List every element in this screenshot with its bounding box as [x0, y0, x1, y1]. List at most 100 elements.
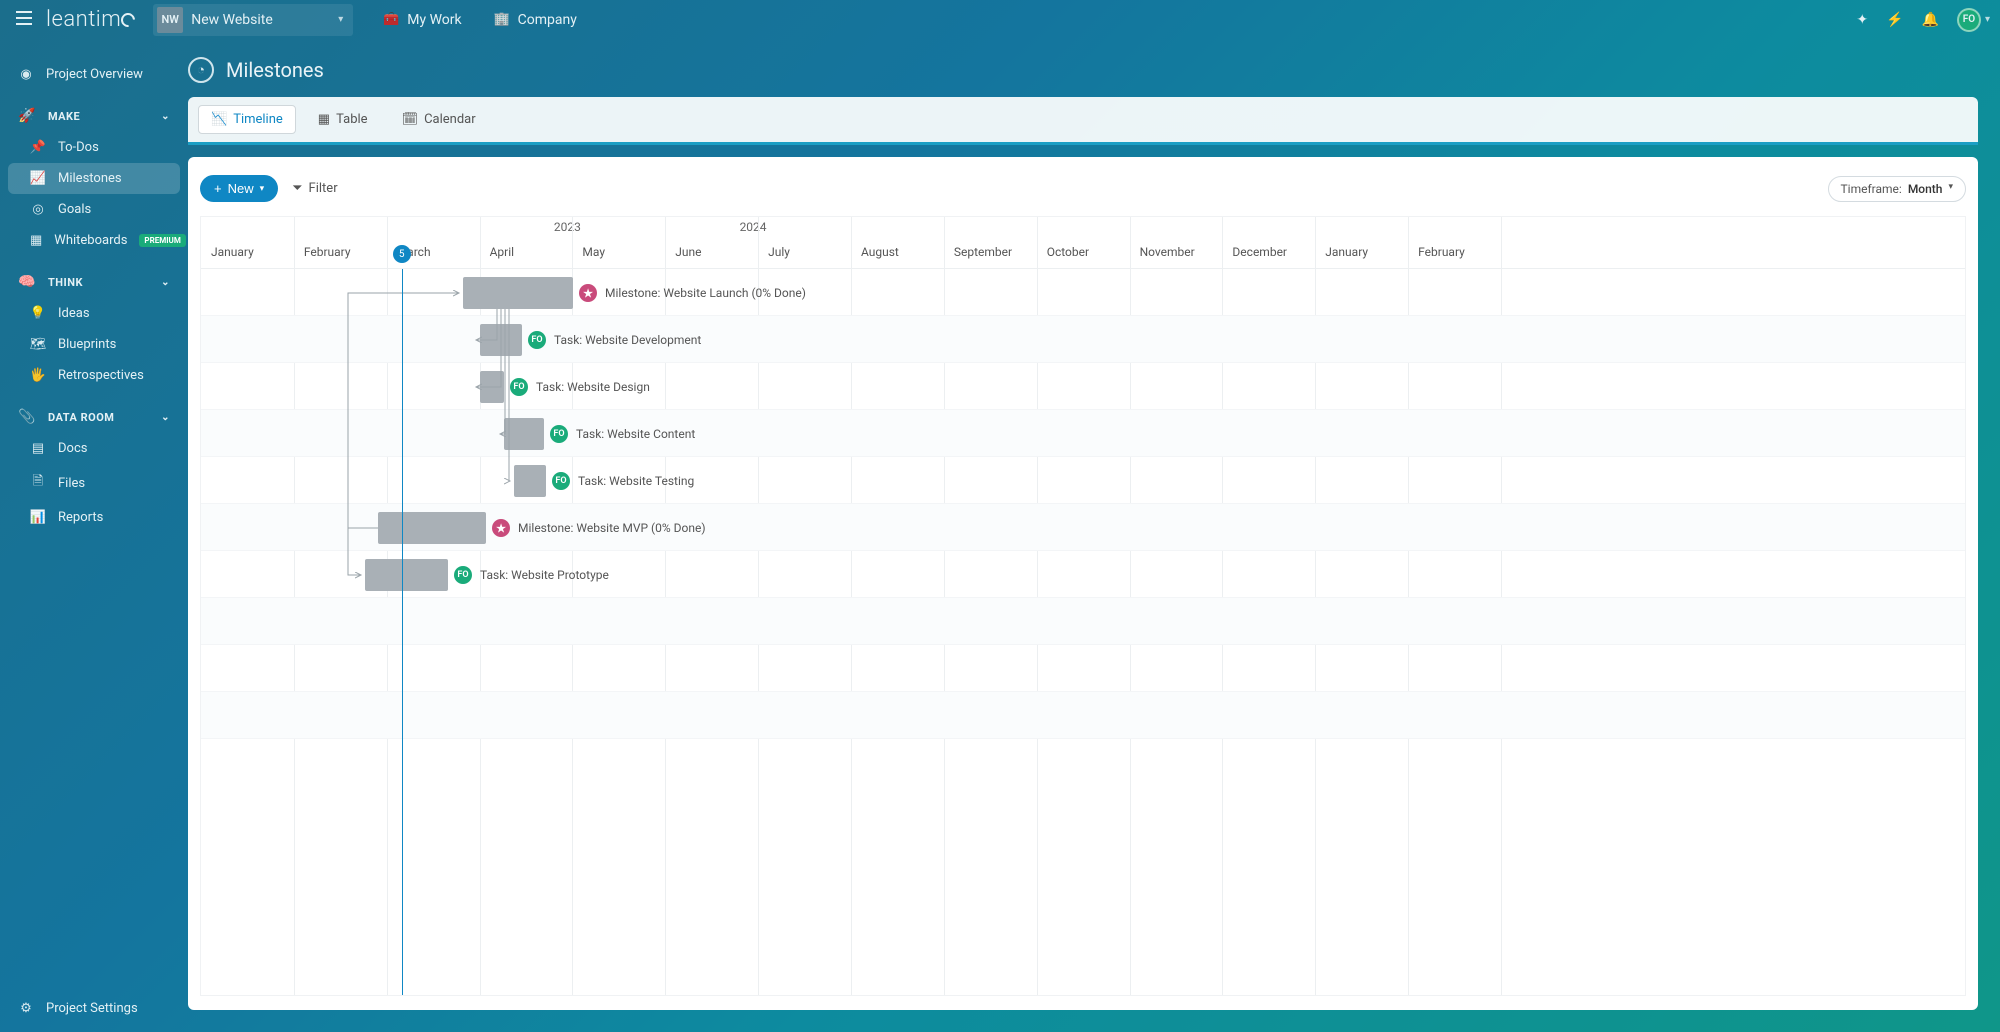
sidebar-group-label: DATA ROOM: [48, 411, 114, 424]
timeline-icon: 📉: [211, 112, 227, 127]
year-label: 2024: [740, 220, 767, 234]
target-icon: ◎: [30, 202, 46, 217]
sidebar-item-label: Retrospectives: [58, 368, 144, 383]
timeframe-label: Timeframe:: [1841, 182, 1902, 196]
bulb-icon: 💡: [30, 306, 46, 321]
gantt-bar[interactable]: FOTask: Website Content: [504, 418, 544, 450]
tab-timeline[interactable]: 📉 Timeline: [198, 105, 296, 134]
month-label: December: [1232, 245, 1287, 259]
sidebar-item-label: Files: [58, 476, 85, 491]
premium-badge: PREMIUM: [139, 234, 185, 247]
gantt-bar[interactable]: ★Milestone: Website Launch (0% Done): [463, 277, 573, 309]
gantt-bar[interactable]: ★Milestone: Website MVP (0% Done): [378, 512, 486, 544]
month-label: July: [768, 245, 790, 259]
sidebar-item-settings[interactable]: ⚙ Project Settings: [8, 993, 180, 1024]
month-label: February: [304, 245, 351, 259]
month-label: September: [954, 245, 1012, 259]
plus-icon: +: [214, 181, 222, 196]
gantt-row: FOTask: Website Testing: [201, 457, 1965, 504]
tab-calendar[interactable]: 🗓 Calendar: [390, 105, 488, 134]
month-label: February: [1418, 245, 1465, 259]
month-label: October: [1047, 245, 1089, 259]
tab-table[interactable]: ▦ Table: [306, 105, 380, 134]
bolt-icon[interactable]: ⚡: [1886, 12, 1903, 28]
pin-icon: 📌: [30, 140, 46, 155]
assignee-avatar: FO: [550, 425, 568, 443]
milestones-page-icon: ◔: [188, 57, 214, 83]
sidebar-item-docs[interactable]: ▤ Docs: [8, 433, 180, 464]
nav-my-work[interactable]: 🧰 My Work: [367, 4, 477, 36]
assignee-avatar: FO: [528, 331, 546, 349]
sidebar-item-whiteboards[interactable]: ▦ Whiteboards PREMIUM: [8, 225, 180, 256]
month-label: January: [211, 245, 254, 259]
sidebar-item-files[interactable]: 🗎 Files: [8, 464, 180, 502]
today-line: [402, 269, 403, 995]
month-label: April: [490, 245, 514, 259]
month-label: June: [675, 245, 701, 259]
notifications-icon[interactable]: 🔔: [1922, 12, 1939, 28]
sidebar-item-retros[interactable]: 🖐 Retrospectives: [8, 360, 180, 391]
assignee-avatar: ★: [579, 284, 597, 302]
menu-toggle[interactable]: [10, 5, 38, 35]
clip-icon: 📎: [18, 409, 36, 425]
whiteboard-icon: ▦: [30, 233, 42, 248]
gantt-bar[interactable]: FOTask: Website Testing: [514, 465, 546, 497]
chevron-down-icon: ▾: [1985, 14, 1990, 25]
file-icon: 🗎: [30, 472, 46, 494]
new-button-label: New: [228, 181, 254, 196]
page-title: Milestones: [226, 58, 324, 82]
gantt-bar-label: Task: Website Design: [536, 380, 650, 394]
report-icon: 📊: [30, 510, 46, 525]
sidebar-item-reports[interactable]: 📊 Reports: [8, 502, 180, 533]
sidebar-item-label: Goals: [58, 202, 91, 217]
month-label: January: [1325, 245, 1368, 259]
chevron-down-icon: ⌄: [161, 111, 170, 122]
project-selector[interactable]: NW New Website ▾: [153, 4, 353, 36]
filter-button[interactable]: ⏷ Filter: [292, 181, 337, 196]
sidebar-group-make[interactable]: 🚀 MAKE ⌄: [8, 100, 180, 132]
brand-logo[interactable]: leantim: [46, 7, 135, 32]
sidebar-item-label: Project Settings: [46, 1001, 138, 1016]
gantt-bar[interactable]: FOTask: Website Development: [480, 324, 522, 356]
sidebar-item-goals[interactable]: ◎ Goals: [8, 194, 180, 225]
tab-label: Timeline: [233, 112, 283, 127]
sidebar-group-label: MAKE: [48, 110, 80, 123]
month-label: August: [861, 245, 899, 259]
month-label: May: [582, 245, 605, 259]
plugins-icon[interactable]: ✦: [1856, 12, 1868, 28]
gantt-bar-label: Task: Website Development: [554, 333, 701, 347]
gantt-bar-label: Task: Website Content: [576, 427, 695, 441]
sidebar-item-milestones[interactable]: 📈 Milestones: [8, 163, 180, 194]
sidebar-group-label: THINK: [48, 276, 83, 289]
sidebar-group-think[interactable]: 🧠 THINK ⌄: [8, 266, 180, 298]
nav-company-label: Company: [518, 12, 577, 28]
table-icon: ▦: [318, 112, 330, 127]
gantt-bar[interactable]: FOTask: Website Prototype: [365, 559, 448, 591]
gantt-chart[interactable]: 20232024 JanuaryFebruaryMarchAprilMayJun…: [200, 216, 1966, 996]
chevron-down-icon: ⌄: [161, 412, 170, 423]
gantt-row: ★Milestone: Website Launch (0% Done): [201, 269, 1965, 316]
timeframe-selector[interactable]: Timeframe: Month ▾: [1828, 176, 1966, 202]
gantt-bar-label: Task: Website Prototype: [480, 568, 609, 582]
user-menu[interactable]: FO ▾: [1957, 8, 1990, 32]
sidebar-item-overview[interactable]: ◉ Project Overview: [8, 59, 180, 90]
chart-line-icon: 📈: [30, 171, 46, 186]
gantt-row: FO Task: Website Development: [201, 316, 1965, 363]
today-marker: 5: [393, 245, 411, 263]
nav-company[interactable]: 🏢 Company: [478, 4, 593, 36]
assignee-avatar: FO: [510, 378, 528, 396]
new-button[interactable]: + New ▾: [200, 175, 278, 202]
sidebar-item-blueprints[interactable]: 🗺 Blueprints: [8, 329, 180, 360]
project-name: New Website: [191, 12, 330, 28]
chevron-down-icon: ▾: [1948, 182, 1953, 196]
sidebar-item-label: Whiteboards: [54, 233, 127, 248]
view-tabs: 📉 Timeline ▦ Table 🗓 Calendar: [188, 97, 1978, 145]
sidebar-item-ideas[interactable]: 💡 Ideas: [8, 298, 180, 329]
sidebar-group-dataroom[interactable]: 📎 DATA ROOM ⌄: [8, 401, 180, 433]
sidebar-item-label: Reports: [58, 510, 103, 525]
user-avatar: FO: [1957, 8, 1981, 32]
gantt-bar[interactable]: FOTask: Website Design: [480, 371, 504, 403]
sidebar-item-todos[interactable]: 📌 To-Dos: [8, 132, 180, 163]
year-label: 2023: [554, 220, 581, 234]
calendar-icon: 🗓: [402, 112, 419, 127]
